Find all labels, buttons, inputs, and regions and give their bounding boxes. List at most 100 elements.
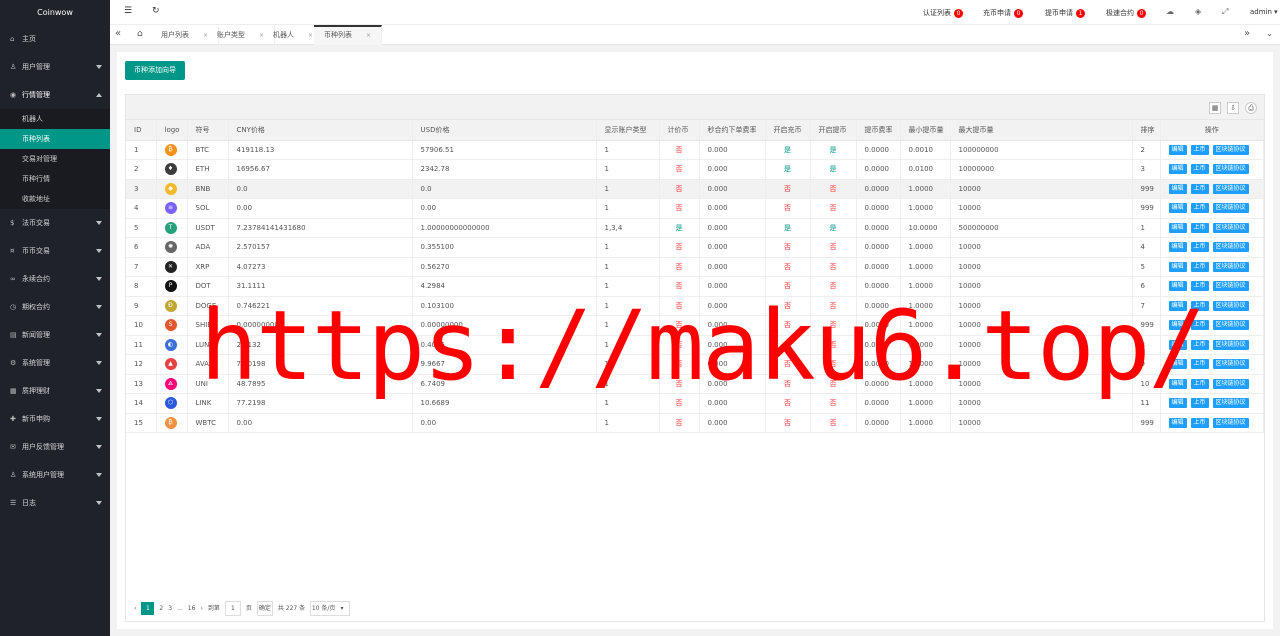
table-row[interactable]: 1 ₿ BTC 419118.13 57906.51 1 否 0.000 是是 0.0000 0.0… bbox=[126, 140, 1264, 160]
edit-button[interactable]: 编辑 bbox=[1168, 339, 1187, 350]
blockchain-protocol-button[interactable]: 区块链协议 bbox=[1212, 339, 1249, 350]
sidebar-item-8[interactable]: ⚙ 系统管理 bbox=[0, 349, 110, 377]
table-row[interactable]: 11 ◐ LUNA 2.9132 0.4025 1 否 0.000 否否 0.0000 1.0000… bbox=[126, 335, 1264, 355]
list-coin-button[interactable]: 上币 bbox=[1190, 300, 1209, 311]
edit-button[interactable]: 编辑 bbox=[1168, 261, 1187, 272]
sidebar-item-1[interactable]: ♙ 用户管理 bbox=[0, 53, 110, 81]
per-page-select[interactable]: 10 条/页 ▾ bbox=[310, 601, 351, 616]
list-coin-button[interactable]: 上币 bbox=[1190, 242, 1209, 253]
table-row[interactable]: 4 ≡ SOL 0.00 0.00 1 否 0.000 否否 0.0000 1.0000 10000 9… bbox=[126, 198, 1264, 219]
close-icon[interactable]: × bbox=[308, 32, 313, 39]
menu-toggle-icon[interactable]: ☰ bbox=[124, 6, 132, 16]
table-row[interactable]: 14 ⬡ LINK 77.2198 10.6689 1 否 0.000 否否 0.0000 1.00… bbox=[126, 393, 1264, 414]
table-row[interactable]: 8 P DOT 31.1111 4.2984 1 否 0.000 否否 0.0000 1.0000 1… bbox=[126, 276, 1264, 297]
blockchain-protocol-button[interactable]: 区块链协议 bbox=[1212, 261, 1249, 272]
blockchain-protocol-button[interactable]: 区块链协议 bbox=[1212, 203, 1249, 214]
blockchain-protocol-button[interactable]: 区块链协议 bbox=[1212, 300, 1249, 311]
home-tab-icon[interactable]: ⌂ bbox=[137, 28, 143, 40]
list-coin-button[interactable]: 上币 bbox=[1190, 398, 1209, 409]
sidebar-item-6[interactable]: ◷ 期权合约 bbox=[0, 293, 110, 321]
list-coin-button[interactable]: 上币 bbox=[1190, 281, 1209, 292]
list-coin-button[interactable]: 上币 bbox=[1190, 320, 1209, 331]
fullscreen-icon[interactable]: ⤢ bbox=[1222, 7, 1228, 17]
submenu-item-4[interactable]: 收款地址 bbox=[0, 189, 110, 209]
submenu-item-0[interactable]: 机器人 bbox=[0, 109, 110, 129]
edit-button[interactable]: 编辑 bbox=[1168, 164, 1187, 175]
header-link-3[interactable]: 极速合约 0 bbox=[1106, 8, 1146, 18]
blockchain-protocol-button[interactable]: 区块链协议 bbox=[1212, 222, 1249, 233]
tabs-menu-icon[interactable]: ⌄ bbox=[1266, 28, 1273, 40]
page-1[interactable]: 2 bbox=[159, 602, 163, 615]
edit-button[interactable]: 编辑 bbox=[1168, 300, 1187, 311]
sidebar-item-9[interactable]: ▦ 质押理财 bbox=[0, 377, 110, 405]
print-icon[interactable]: ⎙ bbox=[1245, 102, 1257, 114]
blockchain-protocol-button[interactable]: 区块链协议 bbox=[1212, 417, 1249, 428]
blockchain-protocol-button[interactable]: 区块链协议 bbox=[1212, 398, 1249, 409]
add-coin-wizard-button[interactable]: 币种添加向导 bbox=[125, 61, 185, 80]
table-row[interactable]: 7 ✕ XRP 4.07273 0.56270 1 否 0.000 否否 0.0000 1.0000… bbox=[126, 257, 1264, 277]
list-coin-button[interactable]: 上币 bbox=[1190, 417, 1209, 428]
submenu-item-1[interactable]: 币种列表 bbox=[0, 129, 110, 149]
page-4[interactable]: 16 bbox=[188, 602, 196, 615]
blockchain-protocol-button[interactable]: 区块链协议 bbox=[1212, 281, 1249, 292]
submenu-item-3[interactable]: 币种行情 bbox=[0, 169, 110, 189]
edit-button[interactable]: 编辑 bbox=[1168, 417, 1187, 428]
blockchain-protocol-button[interactable]: 区块链协议 bbox=[1212, 144, 1249, 155]
list-coin-button[interactable]: 上币 bbox=[1190, 222, 1209, 233]
next-page-icon[interactable]: › bbox=[200, 602, 202, 615]
columns-filter-icon[interactable]: ▦ bbox=[1209, 102, 1221, 114]
table-row[interactable]: 10 S SHIB 0.00000000 0.00000000 1 否 0.000 否否 0.00… bbox=[126, 315, 1264, 336]
blockchain-protocol-button[interactable]: 区块链协议 bbox=[1212, 320, 1249, 331]
sidebar-item-7[interactable]: ▤ 新闻管理 bbox=[0, 321, 110, 349]
prev-page-icon[interactable]: ‹ bbox=[134, 602, 136, 615]
table-row[interactable]: 13 🜁 UNI 48.7895 6.7409 1 否 0.000 否否 0.0000 1.0000… bbox=[126, 374, 1264, 394]
refresh-icon[interactable]: ↻ bbox=[152, 6, 160, 16]
table-row[interactable]: 12 ▲ AVAX 72.0198 9.9667 1 否 0.000 否否 0.0000 1.000… bbox=[126, 354, 1264, 375]
sidebar-item-2[interactable]: ◉ 行情管理 bbox=[0, 81, 110, 109]
tabs-prev-icon[interactable]: « bbox=[115, 28, 121, 40]
table-row[interactable]: 3 ◆ BNB 0.0 0.0 1 否 0.000 否否 0.0000 1.0000 10000 999… bbox=[126, 179, 1264, 199]
goto-page-input[interactable]: 1 bbox=[224, 601, 241, 616]
list-coin-button[interactable]: 上币 bbox=[1190, 378, 1209, 389]
sidebar-item-0[interactable]: ⌂ 主页 bbox=[0, 25, 110, 53]
edit-button[interactable]: 编辑 bbox=[1168, 359, 1187, 370]
blockchain-protocol-button[interactable]: 区块链协议 bbox=[1212, 359, 1249, 370]
list-coin-button[interactable]: 上币 bbox=[1190, 339, 1209, 350]
edit-button[interactable]: 编辑 bbox=[1168, 398, 1187, 409]
edit-button[interactable]: 编辑 bbox=[1168, 378, 1187, 389]
blockchain-protocol-button[interactable]: 区块链协议 bbox=[1212, 242, 1249, 253]
list-coin-button[interactable]: 上币 bbox=[1190, 261, 1209, 272]
sidebar-item-4[interactable]: ¤ 币币交易 bbox=[0, 237, 110, 265]
sidebar-item-13[interactable]: ☰ 日志 bbox=[0, 489, 110, 517]
submenu-item-2[interactable]: 交易对管理 bbox=[0, 149, 110, 169]
list-coin-button[interactable]: 上币 bbox=[1190, 164, 1209, 175]
header-link-1[interactable]: 充币申请 0 bbox=[983, 8, 1023, 18]
edit-button[interactable]: 编辑 bbox=[1168, 320, 1187, 331]
table-row[interactable]: 6 ✺ ADA 2.570157 0.355100 1 否 0.000 否否 0.0000 1.00… bbox=[126, 237, 1264, 258]
table-row[interactable]: 5 T USDT 7.23784141431680 1.00000000000000 1,… bbox=[126, 218, 1264, 238]
sidebar-item-12[interactable]: ♙ 系统用户管理 bbox=[0, 461, 110, 489]
sidebar-item-5[interactable]: ∞ 永续合约 bbox=[0, 265, 110, 293]
tabs-next-icon[interactable]: » bbox=[1244, 28, 1250, 40]
edit-button[interactable]: 编辑 bbox=[1168, 281, 1187, 292]
edit-button[interactable]: 编辑 bbox=[1168, 203, 1187, 214]
sidebar-item-3[interactable]: $ 法币交易 bbox=[0, 209, 110, 237]
table-row[interactable]: 9 Ð DOGE 0.746221 0.103100 1 否 0.000 否否 0.0000 1.0… bbox=[126, 296, 1264, 316]
edit-button[interactable]: 编辑 bbox=[1168, 183, 1187, 194]
export-icon[interactable]: ⇩ bbox=[1227, 102, 1239, 114]
table-row[interactable]: 15 ₿ WBTC 0.00 0.00 1 否 0.000 否否 0.0000 1.0000 1000… bbox=[126, 413, 1264, 433]
blockchain-protocol-button[interactable]: 区块链协议 bbox=[1212, 378, 1249, 389]
header-link-0[interactable]: 认证列表 0 bbox=[923, 8, 963, 18]
close-icon[interactable]: × bbox=[366, 32, 371, 39]
edit-button[interactable]: 编辑 bbox=[1168, 222, 1187, 233]
tag-icon[interactable]: ◈ bbox=[1195, 7, 1201, 16]
sidebar-item-11[interactable]: ✉ 用户反馈管理 bbox=[0, 433, 110, 461]
user-menu[interactable]: admin ▾ bbox=[1250, 8, 1278, 16]
blockchain-protocol-button[interactable]: 区块链协议 bbox=[1212, 183, 1249, 194]
list-coin-button[interactable]: 上币 bbox=[1190, 183, 1209, 194]
header-link-2[interactable]: 提币申请 1 bbox=[1045, 8, 1085, 18]
confirm-button[interactable]: 确定 bbox=[256, 601, 273, 616]
tab-3[interactable]: 币种列表 × bbox=[314, 25, 383, 45]
edit-button[interactable]: 编辑 bbox=[1168, 242, 1187, 253]
list-coin-button[interactable]: 上币 bbox=[1190, 144, 1209, 155]
